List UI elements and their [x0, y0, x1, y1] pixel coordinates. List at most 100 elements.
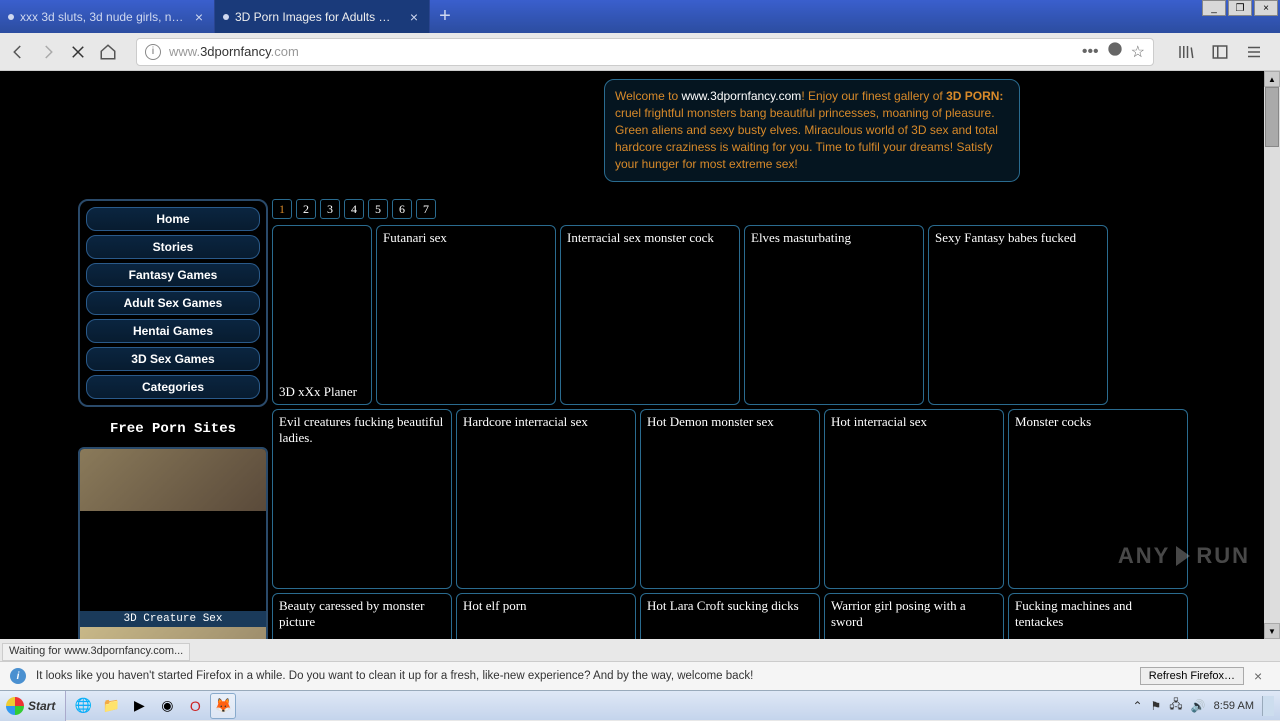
cell-label: 3D xXx Planer [279, 384, 357, 400]
taskbar: Start 🌐 📁 ▶ ◉ O 🦊 ⌃ ⚑ 🖧 🔊 8:59 AM [0, 690, 1280, 720]
opera-icon[interactable]: O [182, 693, 208, 719]
start-label: Start [28, 699, 55, 713]
free-sites-title: Free Porn Sites [78, 421, 268, 437]
page-5[interactable]: 5 [368, 199, 388, 219]
gallery-cell[interactable]: Futanari sex [376, 225, 556, 405]
back-button[interactable] [8, 42, 28, 62]
start-button[interactable]: Start [0, 691, 66, 721]
nav-hentai-games[interactable]: Hentai Games [86, 319, 260, 343]
volume-icon[interactable]: 🔊 [1191, 699, 1206, 713]
gallery-cell[interactable]: Hot interracial sex [824, 409, 1004, 589]
gallery-cell[interactable]: Hot Demon monster sex [640, 409, 820, 589]
notification-bar: i It looks like you haven't started Fire… [0, 661, 1280, 690]
scroll-track[interactable] [1264, 87, 1280, 623]
toolbar-right [1176, 42, 1264, 62]
nav-adult-sex-games[interactable]: Adult Sex Games [86, 291, 260, 315]
nav-categories[interactable]: Categories [86, 375, 260, 399]
sidebar-icon[interactable] [1210, 42, 1230, 62]
browser-titlebar: xxx 3d sluts, 3d nude girls, naked × 3D … [0, 0, 1280, 33]
close-icon[interactable]: × [407, 10, 421, 24]
tab-favicon [223, 14, 229, 20]
home-button[interactable] [98, 42, 118, 62]
nav-home[interactable]: Home [86, 207, 260, 231]
gallery-cell[interactable]: Fucking machines and tentackes [1008, 593, 1188, 639]
page-6[interactable]: 6 [392, 199, 412, 219]
page-7[interactable]: 7 [416, 199, 436, 219]
scroll-down-icon[interactable]: ▼ [1264, 623, 1280, 639]
scroll-thumb[interactable] [1265, 87, 1279, 147]
chrome-icon[interactable]: ◉ [154, 693, 180, 719]
main-area: 1 2 3 4 5 6 7 3D xXx Planer Futanari sex… [272, 199, 1258, 639]
refresh-firefox-button[interactable]: Refresh Firefox… [1140, 667, 1244, 685]
show-desktop[interactable] [1262, 696, 1274, 716]
gallery-cell[interactable]: Beauty caressed by monster picture [272, 593, 452, 639]
task-icons: 🌐 📁 ▶ ◉ O 🦊 [70, 693, 236, 719]
close-button[interactable]: × [1254, 0, 1278, 16]
system-tray: ⌃ ⚑ 🖧 🔊 8:59 AM [1126, 695, 1280, 716]
gallery-cell[interactable]: Hot Lara Croft sucking dicks [640, 593, 820, 639]
tab-0[interactable]: xxx 3d sluts, 3d nude girls, naked × [0, 0, 215, 33]
sidebar-thumb[interactable]: 3D Creature Sex [78, 447, 268, 639]
gallery-cell[interactable]: Elves masturbating [744, 225, 924, 405]
thumb-label: 3D Creature Sex [80, 611, 266, 627]
window-controls: _ ❐ × [1202, 0, 1280, 16]
gallery-cell[interactable]: Evil creatures fucking beautiful ladies. [272, 409, 452, 589]
page-actions-icon[interactable]: ••• [1082, 43, 1099, 61]
stop-button[interactable] [68, 42, 88, 62]
nav-box: Home Stories Fantasy Games Adult Sex Gam… [78, 199, 268, 407]
page-content: Welcome to www.3dpornfancy.com! Enjoy ou… [0, 71, 1280, 639]
close-icon[interactable]: × [192, 10, 206, 24]
page-scrollbar[interactable]: ▲ ▼ [1264, 71, 1280, 639]
thumb-image [80, 627, 266, 639]
firefox-icon[interactable]: 🦊 [210, 693, 236, 719]
pocket-icon[interactable] [1107, 41, 1123, 62]
gallery-cell[interactable]: Sexy Fantasy babes fucked [928, 225, 1108, 405]
info-icon: i [10, 668, 26, 684]
page-2[interactable]: 2 [296, 199, 316, 219]
clock[interactable]: 8:59 AM [1214, 700, 1254, 712]
page-1[interactable]: 1 [272, 199, 292, 219]
address-bar[interactable]: i www.3dpornfancy.com ••• ☆ [136, 38, 1154, 66]
media-icon[interactable]: ▶ [126, 693, 152, 719]
gallery-cell[interactable]: Hardcore interracial sex [456, 409, 636, 589]
bookmark-icon[interactable]: ☆ [1131, 42, 1145, 62]
scroll-up-icon[interactable]: ▲ [1264, 71, 1280, 87]
ie-icon[interactable]: 🌐 [70, 693, 96, 719]
nav-fantasy-games[interactable]: Fantasy Games [86, 263, 260, 287]
welcome-box: Welcome to www.3dpornfancy.com! Enjoy ou… [604, 79, 1020, 182]
maximize-button[interactable]: ❐ [1228, 0, 1252, 16]
status-bar: Waiting for www.3dpornfancy.com... [2, 643, 190, 661]
gallery-cell[interactable]: Hot elf porn [456, 593, 636, 639]
tab-1[interactable]: 3D Porn Images for Adults @ 3D P × [215, 0, 430, 33]
menu-icon[interactable] [1244, 42, 1264, 62]
minimize-button[interactable]: _ [1202, 0, 1226, 16]
url-text: www.3dpornfancy.com [169, 44, 1074, 59]
page-3[interactable]: 3 [320, 199, 340, 219]
site-info-icon[interactable]: i [145, 44, 161, 60]
browser-toolbar: i www.3dpornfancy.com ••• ☆ [0, 33, 1280, 71]
tab-label: 3D Porn Images for Adults @ 3D P [235, 10, 401, 24]
chevron-up-icon[interactable]: ⌃ [1132, 699, 1142, 713]
thumb-blank [80, 511, 266, 611]
nav-3d-sex-games[interactable]: 3D Sex Games [86, 347, 260, 371]
gallery-cell[interactable]: Monster cocks [1008, 409, 1188, 589]
flag-icon[interactable]: ⚑ [1151, 699, 1162, 713]
grid-row-2: Evil creatures fucking beautiful ladies.… [272, 409, 1258, 589]
tab-label: xxx 3d sluts, 3d nude girls, naked [20, 10, 186, 24]
explorer-icon[interactable]: 📁 [98, 693, 124, 719]
forward-button[interactable] [38, 42, 58, 62]
windows-icon [6, 697, 24, 715]
nav-stories[interactable]: Stories [86, 235, 260, 259]
new-tab-button[interactable]: + [430, 0, 460, 33]
grid-row-3: Beauty caressed by monster picture Hot e… [272, 593, 1258, 639]
tab-favicon [8, 14, 14, 20]
page-4[interactable]: 4 [344, 199, 364, 219]
gallery-cell[interactable]: Warrior girl posing with a sword [824, 593, 1004, 639]
gallery-cell[interactable]: Interracial sex monster cock [560, 225, 740, 405]
library-icon[interactable] [1176, 42, 1196, 62]
network-icon[interactable]: 🖧 [1169, 695, 1182, 716]
gallery-cell[interactable]: 3D xXx Planer [272, 225, 372, 405]
close-icon[interactable]: × [1254, 668, 1270, 684]
thumb-image [80, 449, 266, 511]
tab-strip: xxx 3d sluts, 3d nude girls, naked × 3D … [0, 0, 460, 33]
